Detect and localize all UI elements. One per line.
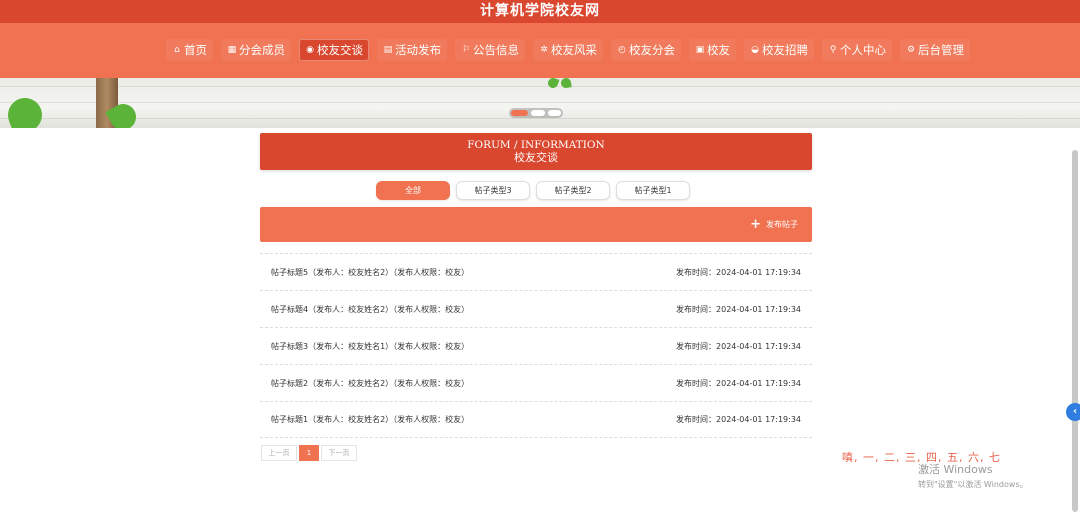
home-icon: ⌂ xyxy=(174,45,180,55)
post-row[interactable]: 帖子标题5（发布人：校友姓名2）（发布人权限：校友） 发布时间：2024-04-0… xyxy=(260,253,812,290)
user-icon: ⚲ xyxy=(829,45,837,55)
carousel-dot[interactable] xyxy=(531,110,545,116)
nav-item[interactable]: ◉ 校友交谈 xyxy=(299,39,369,61)
nav-item[interactable]: ⌂ 首页 xyxy=(166,39,213,61)
post-title[interactable]: 帖子标题1（发布人：校友姓名2）（发布人权限：校友） xyxy=(271,414,469,425)
grid-icon: ▦ xyxy=(227,45,237,55)
nav-item[interactable]: ▤ 活动发布 xyxy=(377,39,447,61)
post-time: 发布时间：2024-04-01 17:19:34 xyxy=(676,267,801,277)
flag-icon: ⚐ xyxy=(461,45,471,55)
post-title[interactable]: 帖子标题5（发布人：校友姓名2）（发布人权限：校友） xyxy=(271,267,469,278)
briefcase-icon: ◒ xyxy=(751,45,759,55)
nav-item[interactable]: ⚲ 个人中心 xyxy=(822,39,892,61)
nav-item-label: 公告信息 xyxy=(473,43,519,57)
forum-title-cn: 校友交谈 xyxy=(514,151,558,164)
post-row[interactable]: 帖子标题2（发布人：校友姓名2）（发布人权限：校友） 发布时间：2024-04-0… xyxy=(260,364,812,401)
watermark-title: 激活 Windows xyxy=(918,463,993,476)
flower-icon: ✲ xyxy=(540,45,548,55)
post-list: 帖子标题5（发布人：校友姓名2）（发布人权限：校友） 发布时间：2024-04-0… xyxy=(260,253,812,438)
post-row[interactable]: 帖子标题3（发布人：校友姓名1）（发布人权限：校友） 发布时间：2024-04-0… xyxy=(260,327,812,364)
publish-post-button[interactable]: + 发布帖子 xyxy=(750,218,798,231)
nav-item[interactable]: ▣ 校友 xyxy=(689,39,736,61)
post-row[interactable]: 帖子标题1（发布人：校友姓名2）（发布人权限：校友） 发布时间：2024-04-0… xyxy=(260,401,812,438)
banner-carousel xyxy=(0,78,1080,128)
post-title[interactable]: 帖子标题3（发布人：校友姓名1）（发布人权限：校友） xyxy=(271,341,469,352)
watermark-subtitle: 转到"设置"以激活 Windows。 xyxy=(918,480,1028,489)
nav-menu: ⌂ 首页 ▦ 分会成员 ◉ 校友交谈 ▤ 活动发布 ⚐ 公告信息 ✲ 校友风采 ◴ 校友分会 ▣ 校友 ◒ 校友招… xyxy=(166,39,970,61)
plus-icon: + xyxy=(750,217,761,232)
nav-item-label: 校友交谈 xyxy=(317,43,363,57)
post-time: 发布时间：2024-04-01 17:19:34 xyxy=(676,378,801,388)
forum-section-header: FORUM / INFORMATION 校友交谈 xyxy=(260,133,812,170)
carousel-dot[interactable] xyxy=(547,110,561,116)
clover-leaf-image xyxy=(3,93,47,128)
nav-item[interactable]: ◒ 校友招聘 xyxy=(744,39,814,61)
page-number-button[interactable]: 1 xyxy=(299,445,319,461)
post-time: 发布时间：2024-04-01 17:19:34 xyxy=(676,341,801,351)
post-title[interactable]: 帖子标题4（发布人：校友姓名2）（发布人权限：校友） xyxy=(271,304,469,315)
category-filter-button[interactable]: 帖子类型3 xyxy=(456,181,530,200)
chevron-left-icon: ‹ xyxy=(1072,406,1078,417)
nav-item[interactable]: ⚙ 后台管理 xyxy=(900,39,970,61)
pagination: 上一页 1 下一页 xyxy=(261,445,357,461)
globe-icon: ◉ xyxy=(306,45,314,55)
nav-item-label: 校友 xyxy=(707,43,730,57)
category-filter-button[interactable]: 帖子类型2 xyxy=(536,181,610,200)
nav-item-label: 校友招聘 xyxy=(762,43,808,57)
card-icon: ▣ xyxy=(695,45,705,55)
forum-title-en: FORUM / INFORMATION xyxy=(467,139,605,151)
page-scrollbar[interactable] xyxy=(1072,150,1078,512)
category-filter-button[interactable]: 全部 xyxy=(376,181,450,200)
site-title: 计算机学院校友网 xyxy=(480,3,600,19)
site-header: 计算机学院校友网 xyxy=(0,0,1080,23)
side-collapse-button[interactable]: ‹ xyxy=(1066,403,1080,421)
publish-post-label: 发布帖子 xyxy=(766,220,798,229)
prev-page-button[interactable]: 上一页 xyxy=(261,445,297,461)
post-row[interactable]: 帖子标题4（发布人：校友姓名2）（发布人权限：校友） 发布时间：2024-04-0… xyxy=(260,290,812,327)
action-bar: + 发布帖子 xyxy=(260,207,812,242)
nav-item-label: 首页 xyxy=(184,43,207,57)
carousel-indicators xyxy=(509,108,563,118)
calendar-icon: ▤ xyxy=(383,45,393,55)
carousel-dot[interactable] xyxy=(511,110,529,116)
nav-item[interactable]: ◴ 校友分会 xyxy=(611,39,681,61)
post-time: 发布时间：2024-04-01 17:19:34 xyxy=(676,304,801,314)
clock-icon: ◴ xyxy=(618,45,626,55)
nav-item-label: 活动发布 xyxy=(395,43,441,57)
post-time: 发布时间：2024-04-01 17:19:34 xyxy=(676,415,801,424)
nav-item[interactable]: ▦ 分会成员 xyxy=(221,39,291,61)
nav-item-label: 校友分会 xyxy=(629,43,675,57)
category-filter-button[interactable]: 帖子类型1 xyxy=(616,181,690,200)
clover-leaf-image xyxy=(546,78,560,90)
post-title[interactable]: 帖子标题2（发布人：校友姓名2）（发布人权限：校友） xyxy=(271,378,469,389)
page: 计算机学院校友网 ⌂ 首页 ▦ 分会成员 ◉ 校友交谈 ▤ 活动发布 ⚐ 公告信息 ✲ 校友风采 ◴ 校友… xyxy=(0,0,1080,516)
nav-item-label: 分会成员 xyxy=(239,43,285,57)
windows-activation-watermark: 激活 Windows 转到"设置"以激活 Windows。 xyxy=(918,463,1028,491)
nav-item[interactable]: ✲ 校友风采 xyxy=(533,39,603,61)
next-page-button[interactable]: 下一页 xyxy=(321,445,357,461)
nav-item-label: 后台管理 xyxy=(918,43,964,57)
clover-leaf-image xyxy=(560,78,572,89)
category-filters: 全部 帖子类型3 帖子类型2 帖子类型1 xyxy=(376,181,690,200)
nav-item-label: 校友风采 xyxy=(551,43,597,57)
link-icon: ⚙ xyxy=(906,45,916,55)
nav-item[interactable]: ⚐ 公告信息 xyxy=(455,39,525,61)
main-navigation: ⌂ 首页 ▦ 分会成员 ◉ 校友交谈 ▤ 活动发布 ⚐ 公告信息 ✲ 校友风采 ◴ 校友分会 ▣ 校友 ◒ 校友招… xyxy=(0,23,1080,78)
nav-item-label: 个人中心 xyxy=(840,43,886,57)
